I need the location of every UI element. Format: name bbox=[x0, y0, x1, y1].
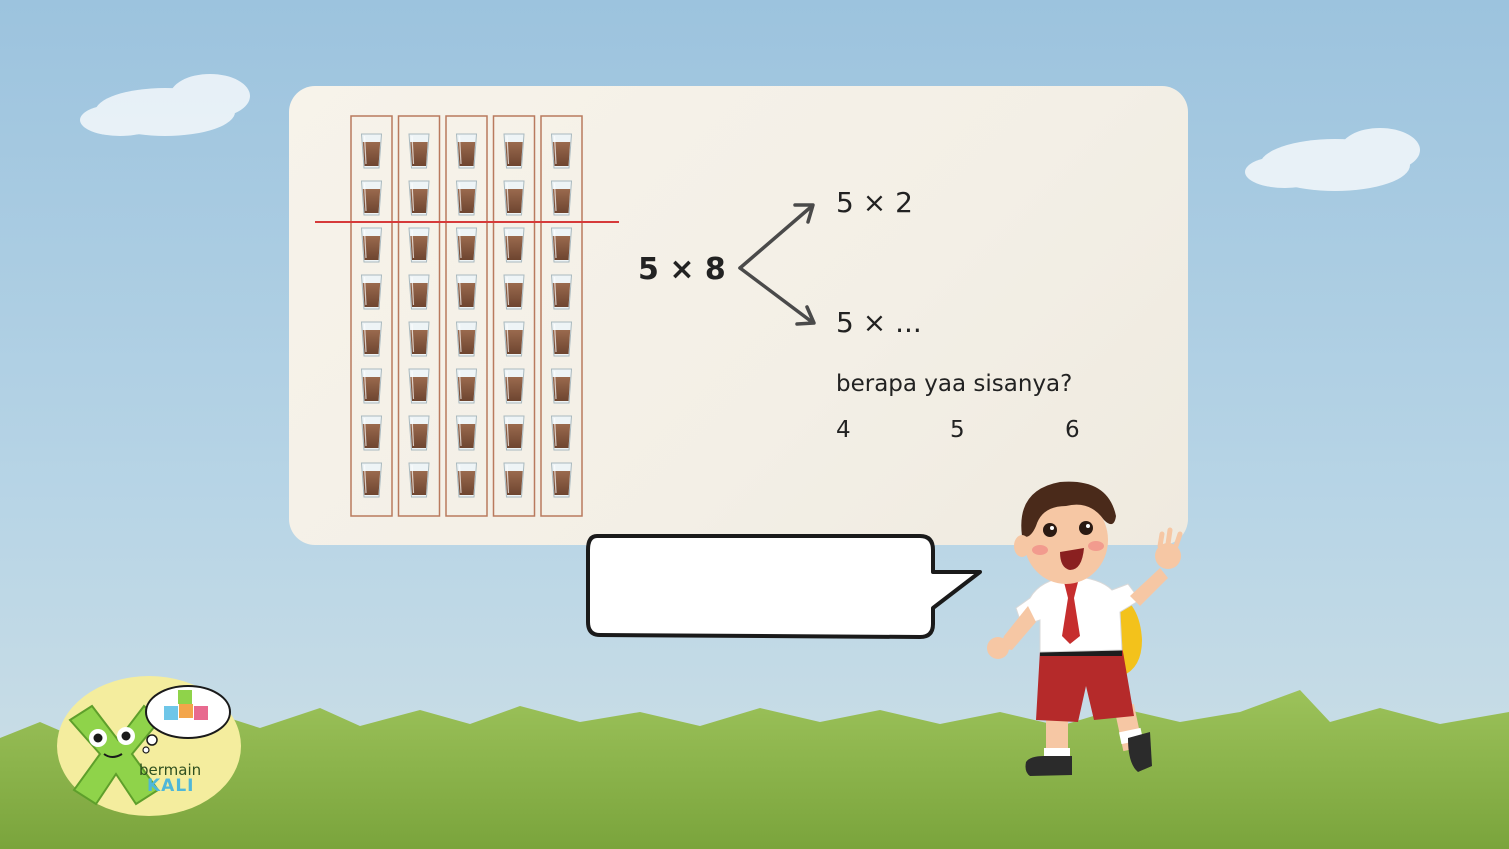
glass-icon bbox=[360, 462, 383, 498]
answer-option-4[interactable]: 4 bbox=[836, 417, 851, 443]
glass-icon bbox=[360, 321, 383, 357]
glass-icon bbox=[503, 180, 525, 216]
glass-icon bbox=[360, 368, 383, 404]
glass-icon bbox=[503, 274, 525, 310]
glass-icon bbox=[455, 133, 478, 169]
glass-icon bbox=[503, 415, 525, 451]
glass-icon bbox=[550, 180, 573, 216]
glass-grid bbox=[350, 115, 583, 517]
glass-icon bbox=[550, 368, 573, 404]
speech-bubble bbox=[586, 534, 982, 639]
glass-icon bbox=[503, 227, 525, 263]
glass-icon bbox=[550, 227, 573, 263]
glass-icon bbox=[360, 133, 383, 169]
glass-column bbox=[540, 115, 583, 517]
logo-text-line2: KALI bbox=[147, 776, 195, 796]
glass-icon bbox=[503, 368, 525, 404]
glass-icon bbox=[408, 462, 430, 498]
glass-column bbox=[397, 115, 441, 517]
glass-icon bbox=[408, 227, 430, 263]
glass-icon bbox=[408, 321, 430, 357]
glass-icon bbox=[360, 180, 383, 216]
split-expression-bottom: 5 × ... bbox=[836, 306, 922, 339]
split-expression-top: 5 × 2 bbox=[836, 186, 913, 219]
glass-icon bbox=[360, 415, 383, 451]
glass-icon bbox=[455, 368, 478, 404]
glass-icon bbox=[550, 462, 573, 498]
glass-icon bbox=[503, 133, 525, 169]
answer-option-5[interactable]: 5 bbox=[950, 417, 965, 443]
glass-icon bbox=[503, 321, 525, 357]
glass-icon bbox=[408, 180, 430, 216]
glass-icon bbox=[503, 462, 525, 498]
glass-icon bbox=[360, 274, 383, 310]
glass-icon bbox=[455, 321, 478, 357]
glass-icon bbox=[408, 133, 430, 169]
glass-icon bbox=[550, 274, 573, 310]
boy-character bbox=[987, 481, 1183, 776]
glass-icon bbox=[455, 180, 478, 216]
glass-icon bbox=[455, 274, 478, 310]
glass-icon bbox=[408, 415, 430, 451]
overlay bbox=[57, 115, 1183, 816]
glass-icon bbox=[550, 133, 573, 169]
glass-column bbox=[445, 115, 488, 517]
glass-icon bbox=[360, 227, 383, 263]
glass-column bbox=[350, 115, 393, 517]
glass-column bbox=[492, 115, 536, 517]
main-expression: 5 × 8 bbox=[638, 252, 726, 287]
answer-option-6[interactable]: 6 bbox=[1065, 417, 1080, 443]
glass-icon bbox=[455, 415, 478, 451]
glass-icon bbox=[550, 321, 573, 357]
question-text: berapa yaa sisanya? bbox=[836, 371, 1073, 397]
glass-icon bbox=[408, 274, 430, 310]
glass-icon bbox=[408, 368, 430, 404]
glass-icon bbox=[455, 462, 478, 498]
glass-icon bbox=[550, 415, 573, 451]
logo-text: bermain KALI bbox=[139, 762, 209, 796]
glass-icon bbox=[455, 227, 478, 263]
arrow-icon bbox=[738, 203, 816, 326]
